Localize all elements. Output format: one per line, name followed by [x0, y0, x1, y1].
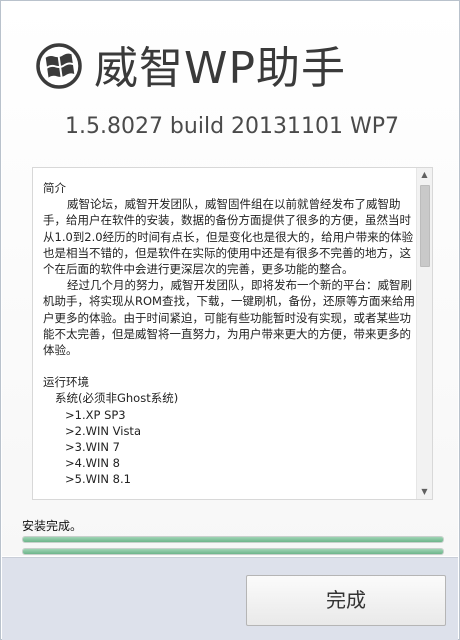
scroll-down-arrow-icon[interactable]: ▼: [417, 485, 432, 499]
system-item: >2.WIN Vista: [65, 423, 141, 438]
version-label: 1.5.8027 build 20131101 WP7: [64, 114, 400, 139]
system-item: >1.XP SP3: [65, 407, 126, 422]
scroll-up-arrow-icon[interactable]: ▲: [417, 168, 432, 182]
content-area: 威智WP助手 1.5.8027 build 20131101 WP7 简介 威智…: [2, 2, 458, 556]
progress-fill: [23, 549, 443, 554]
intro-text-content: 简介 威智论坛，威智开发团队，威智固件组在以前就曾经发布了威智助手，给用户在软件…: [43, 180, 415, 488]
windows-phone-logo-icon: [36, 43, 82, 89]
system-item: >4.WIN 8: [65, 456, 120, 471]
intro-text-panel[interactable]: 简介 威智论坛，威智开发团队，威智固件组在以前就曾经发布了威智助手，给用户在软件…: [32, 167, 433, 500]
progress-bar-primary: [22, 536, 444, 543]
installer-window: 威智WP助手 1.5.8027 build 20131101 WP7 简介 威智…: [0, 0, 460, 640]
scrollbar-thumb[interactable]: [420, 185, 430, 267]
system-item: >5.WIN 8.1: [65, 472, 131, 487]
system-label: 系统(必须非Ghost系统): [55, 391, 179, 406]
app-title: 威智WP助手: [94, 43, 347, 94]
intro-paragraph-1: 威智论坛，威智开发团队，威智固件组在以前就曾经发布了威智助手，给用户在软件的安装…: [43, 197, 414, 277]
intro-heading: 简介: [43, 181, 66, 195]
vertical-scrollbar[interactable]: ▲ ▼: [416, 168, 432, 499]
progress-fill: [23, 537, 443, 542]
finish-button[interactable]: 完成: [246, 575, 446, 626]
progress-bar-secondary: [22, 548, 444, 555]
status-text: 安装完成。: [22, 519, 83, 533]
intro-paragraph-2: 经过几个月的努力，威智开发团队，即将发布一个新的平台：威智刷机助手，将实现从RO…: [43, 278, 415, 358]
bottom-button-bar: 完成: [2, 557, 458, 640]
system-item: >3.WIN 7: [65, 440, 120, 455]
requirements-heading: 运行环境: [43, 375, 89, 390]
